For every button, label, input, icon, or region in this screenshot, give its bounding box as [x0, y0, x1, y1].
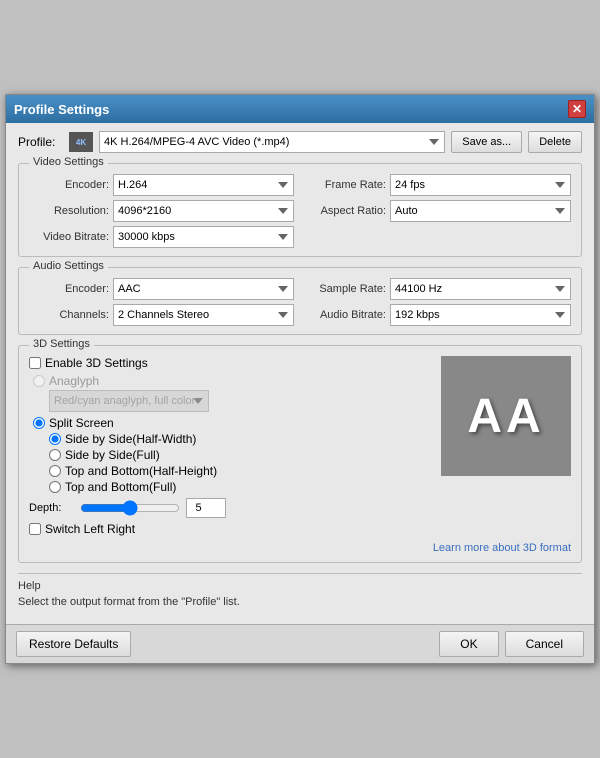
- audio-bitrate-select[interactable]: 192 kbps: [390, 304, 571, 326]
- anaglyph-select[interactable]: Red/cyan anaglyph, full color: [49, 390, 209, 412]
- video-bitrate-row: Video Bitrate: 30000 kbps: [29, 226, 294, 248]
- sample-rate-select[interactable]: 44100 Hz: [390, 278, 571, 300]
- side-by-side-half-radio[interactable]: [49, 433, 61, 445]
- resolution-select[interactable]: 4096*2160: [113, 200, 294, 222]
- profile-settings-dialog: Profile Settings ✕ Profile: 4K 4K H.264/…: [5, 94, 595, 664]
- encoder-select[interactable]: H.264: [113, 174, 294, 196]
- close-button[interactable]: ✕: [568, 100, 586, 118]
- three-d-left: Enable 3D Settings Anaglyph Red/cyan ana…: [29, 356, 431, 540]
- frame-rate-select[interactable]: 24 fps: [390, 174, 571, 196]
- side-by-side-full-label: Side by Side(Full): [65, 448, 160, 462]
- top-bottom-half-row: Top and Bottom(Half-Height): [29, 464, 431, 478]
- enable-3d-checkbox[interactable]: [29, 357, 41, 369]
- video-settings-legend: Video Settings: [29, 156, 108, 168]
- profile-label: Profile:: [18, 135, 63, 149]
- top-bottom-full-label: Top and Bottom(Full): [65, 480, 176, 494]
- video-settings-grid: Encoder: H.264 Frame Rate: 24 fps Resolu…: [29, 174, 571, 248]
- channels-row: Channels: 2 Channels Stereo: [29, 304, 294, 326]
- channels-label: Channels:: [29, 309, 109, 321]
- resolution-row: Resolution: 4096*2160: [29, 200, 294, 222]
- audio-settings-legend: Audio Settings: [29, 260, 108, 272]
- switch-lr-label: Switch Left Right: [45, 522, 135, 536]
- side-by-side-full-radio[interactable]: [49, 449, 61, 461]
- profile-icon: 4K: [69, 132, 93, 152]
- top-bottom-half-radio[interactable]: [49, 465, 61, 477]
- encoder-label: Encoder:: [29, 179, 109, 191]
- side-by-side-half-row: Side by Side(Half-Width): [29, 432, 431, 446]
- switch-lr-row: Switch Left Right: [29, 522, 431, 536]
- channels-select[interactable]: 2 Channels Stereo: [113, 304, 294, 326]
- profile-row: Profile: 4K 4K H.264/MPEG-4 AVC Video (*…: [18, 131, 582, 153]
- audio-settings-grid: Encoder: AAC Sample Rate: 44100 Hz Chann…: [29, 278, 571, 326]
- three-d-settings-legend: 3D Settings: [29, 338, 94, 350]
- resolution-label: Resolution:: [29, 205, 109, 217]
- three-d-settings-section: 3D Settings Enable 3D Settings Anaglyph: [18, 345, 582, 563]
- three-d-body: Enable 3D Settings Anaglyph Red/cyan ana…: [29, 356, 571, 540]
- dialog-footer: Restore Defaults OK Cancel: [6, 624, 594, 663]
- enable-3d-label: Enable 3D Settings: [45, 356, 148, 370]
- side-by-side-full-row: Side by Side(Full): [29, 448, 431, 462]
- learn-more-link[interactable]: Learn more about 3D format: [29, 542, 571, 554]
- audio-settings-section: Audio Settings Encoder: AAC Sample Rate:…: [18, 267, 582, 335]
- sample-rate-label: Sample Rate:: [306, 283, 386, 295]
- aspect-ratio-row: Aspect Ratio: Auto: [306, 200, 571, 222]
- video-settings-section: Video Settings Encoder: H.264 Frame Rate…: [18, 163, 582, 257]
- delete-button[interactable]: Delete: [528, 131, 582, 153]
- ok-button[interactable]: OK: [439, 631, 498, 657]
- depth-spinner[interactable]: [186, 498, 226, 518]
- restore-defaults-button[interactable]: Restore Defaults: [16, 631, 131, 657]
- depth-row: Depth:: [29, 498, 431, 518]
- audio-encoder-label: Encoder:: [29, 283, 109, 295]
- help-section: Help Select the output format from the "…: [18, 573, 582, 612]
- sample-rate-row: Sample Rate: 44100 Hz: [306, 278, 571, 300]
- audio-encoder-select[interactable]: AAC: [113, 278, 294, 300]
- audio-bitrate-label: Audio Bitrate:: [306, 309, 386, 321]
- top-bottom-half-label: Top and Bottom(Half-Height): [65, 464, 217, 478]
- profile-select[interactable]: 4K H.264/MPEG-4 AVC Video (*.mp4): [99, 131, 445, 153]
- three-d-preview: AA: [441, 356, 571, 476]
- encoder-row: Encoder: H.264: [29, 174, 294, 196]
- switch-lr-checkbox[interactable]: [29, 523, 41, 535]
- split-screen-row: Split Screen: [29, 416, 431, 430]
- cancel-button[interactable]: Cancel: [505, 631, 584, 657]
- help-text: Select the output format from the "Profi…: [18, 596, 582, 608]
- split-screen-label: Split Screen: [49, 416, 114, 430]
- help-legend: Help: [18, 580, 582, 592]
- save-as-button[interactable]: Save as...: [451, 131, 522, 153]
- dialog-body: Profile: 4K 4K H.264/MPEG-4 AVC Video (*…: [6, 123, 594, 624]
- dialog-title: Profile Settings: [14, 102, 109, 117]
- top-bottom-full-row: Top and Bottom(Full): [29, 480, 431, 494]
- video-bitrate-select[interactable]: 30000 kbps: [113, 226, 294, 248]
- anaglyph-label: Anaglyph: [49, 374, 99, 388]
- depth-label: Depth:: [29, 502, 74, 514]
- split-screen-radio[interactable]: [33, 417, 45, 429]
- three-d-preview-text: AA: [467, 389, 544, 444]
- frame-rate-label: Frame Rate:: [306, 179, 386, 191]
- audio-bitrate-row: Audio Bitrate: 192 kbps: [306, 304, 571, 326]
- side-by-side-half-label: Side by Side(Half-Width): [65, 432, 196, 446]
- anaglyph-radio[interactable]: [33, 375, 45, 387]
- video-bitrate-label: Video Bitrate:: [29, 231, 109, 243]
- enable-3d-row: Enable 3D Settings: [29, 356, 431, 370]
- aspect-ratio-select[interactable]: Auto: [390, 200, 571, 222]
- top-bottom-full-radio[interactable]: [49, 481, 61, 493]
- frame-rate-row: Frame Rate: 24 fps: [306, 174, 571, 196]
- title-bar: Profile Settings ✕: [6, 95, 594, 123]
- aspect-ratio-label: Aspect Ratio:: [306, 205, 386, 217]
- footer-right: OK Cancel: [439, 631, 584, 657]
- audio-encoder-row: Encoder: AAC: [29, 278, 294, 300]
- depth-slider[interactable]: [80, 500, 180, 516]
- anaglyph-row: Anaglyph: [29, 374, 431, 388]
